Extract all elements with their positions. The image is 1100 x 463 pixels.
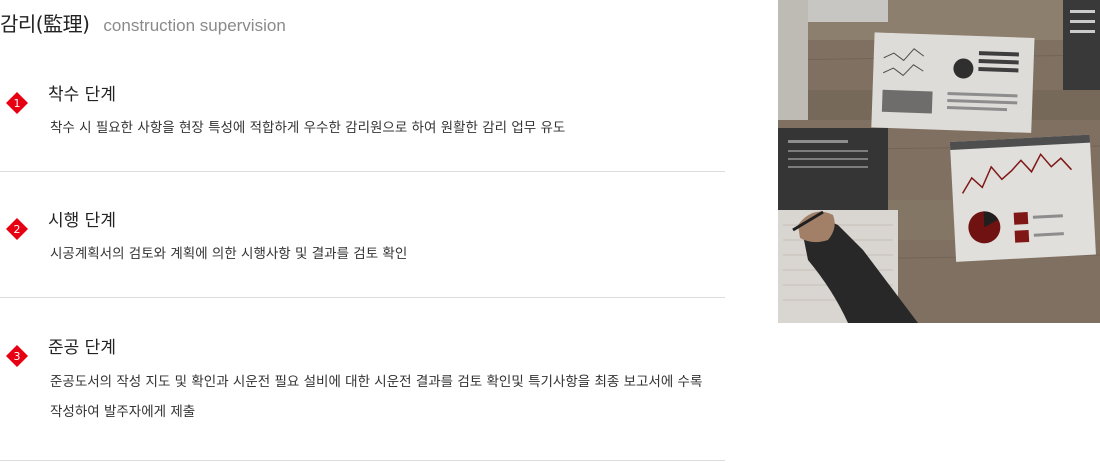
step-description: 준공도서의 작성 지도 및 확인과 시운전 필요 설비에 대한 시운전 결과를 …	[50, 374, 703, 420]
step-description: 착수 시 필요한 사항을 현장 특성에 적합하게 우수한 감리원으로 하여 원활…	[50, 120, 566, 136]
page-subtitle: construction supervision	[103, 16, 286, 35]
step-list: 1 착수 단계 착수 시 필요한 사항을 현장 특성에 적합하게 우수한 감리원…	[0, 46, 725, 461]
page-title: 감리(監理)	[0, 12, 90, 36]
step-number: 2	[14, 223, 21, 236]
step-item: 1 착수 단계 착수 시 필요한 사항을 현장 특성에 적합하게 우수한 감리원…	[0, 46, 725, 172]
step-number-badge: 2	[5, 217, 29, 241]
step-number: 3	[14, 350, 21, 363]
step-item: 2 시행 단계 시공계획서의 검토와 계획에 의한 시행사항 및 결과를 검토 …	[0, 172, 725, 298]
step-number-badge: 1	[5, 91, 29, 115]
business-report-photo	[778, 0, 1100, 323]
step-item: 3 준공 단계 준공도서의 작성 지도 및 확인과 시운전 필요 설비에 대한 …	[0, 298, 725, 461]
step-title: 시행 단계	[48, 211, 116, 231]
step-title: 착수 단계	[48, 85, 116, 105]
page-heading: 감리(監理) construction supervision	[0, 8, 286, 37]
step-number: 1	[14, 97, 21, 110]
page: 감리(監理) construction supervision 1 착수 단계 …	[0, 0, 1100, 463]
step-title: 준공 단계	[48, 338, 116, 358]
step-description: 시공계획서의 검토와 계획에 의한 시행사항 및 결과를 검토 확인	[50, 246, 408, 262]
step-number-badge: 3	[5, 344, 29, 368]
